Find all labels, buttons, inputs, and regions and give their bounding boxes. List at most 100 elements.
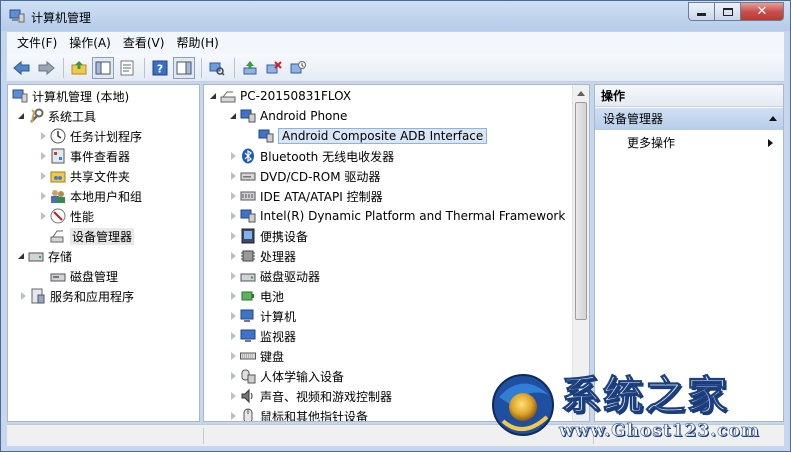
- properties-button[interactable]: [116, 57, 138, 79]
- device-category-hid[interactable]: 人体学输入设备: [228, 366, 344, 386]
- tree-item-root[interactable]: 计算机管理 (本地): [12, 86, 129, 106]
- show-action-pane-button[interactable]: [173, 56, 195, 79]
- device-category-android-phone[interactable]: Android Phone: [228, 106, 347, 126]
- device-category-intel-dptf[interactable]: Intel(R) Dynamic Platform and Thermal Fr…: [228, 206, 565, 226]
- device-category-battery[interactable]: 电池: [228, 286, 284, 306]
- up-level-button[interactable]: [68, 57, 90, 79]
- tree-item-label: 设备管理器: [70, 227, 135, 245]
- tree-item-task-scheduler[interactable]: 任务计划程序: [38, 126, 142, 146]
- scrollbar-thumb[interactable]: [575, 102, 587, 320]
- device-category-ide[interactable]: IDE ATA/ATAPI 控制器: [228, 186, 383, 206]
- hid-icon: [241, 369, 256, 384]
- tools-icon: [30, 108, 44, 123]
- device-root-label: PC-20150831FLOX: [240, 89, 352, 103]
- disable-device-button[interactable]: [287, 57, 309, 79]
- device-category-computer[interactable]: 计算机: [228, 306, 296, 326]
- expand-triangle-icon[interactable]: [228, 371, 238, 381]
- scan-hardware-button[interactable]: [206, 57, 228, 79]
- expand-triangle-icon[interactable]: [228, 271, 238, 281]
- services-icon: [31, 288, 45, 304]
- expand-triangle-icon[interactable]: [228, 411, 238, 421]
- expand-triangle-icon[interactable]: [228, 391, 238, 401]
- menu-file[interactable]: 文件(F): [11, 33, 63, 53]
- device-category-bluetooth[interactable]: Bluetooth 无线电收发器: [228, 146, 394, 166]
- device-manager-icon: [50, 230, 64, 243]
- tree-item-event-viewer[interactable]: 事件查看器: [38, 146, 130, 166]
- expand-triangle-icon[interactable]: [228, 211, 238, 221]
- tree-item-disk-management[interactable]: 磁盘管理: [50, 266, 118, 286]
- expand-triangle-icon[interactable]: [38, 211, 48, 221]
- close-button[interactable]: ✕: [740, 2, 784, 21]
- expand-triangle-icon[interactable]: [228, 191, 238, 201]
- tree-item-label: 存储: [48, 249, 73, 264]
- expand-triangle-icon[interactable]: [228, 331, 238, 341]
- device-category-disk-drives[interactable]: 磁盘驱动器: [228, 266, 320, 286]
- collapse-up-icon[interactable]: [769, 116, 777, 121]
- back-arrow-icon: [13, 60, 30, 75]
- expand-triangle-icon[interactable]: [228, 231, 238, 241]
- scroll-up-icon[interactable]: [577, 91, 585, 96]
- tree-item-shared-folders[interactable]: 共享文件夹: [38, 166, 130, 186]
- tree-item-system-tools[interactable]: 系统工具: [16, 106, 96, 126]
- ide-controller-icon: [240, 191, 256, 201]
- expand-triangle-icon[interactable]: [228, 251, 238, 261]
- watermark-logo-icon: [492, 374, 554, 436]
- device-category-dvd[interactable]: DVD/CD-ROM 驱动器: [228, 166, 380, 186]
- keyboard-icon: [240, 352, 256, 360]
- minimize-button[interactable]: [688, 2, 714, 21]
- device-category-mouse[interactable]: 鼠标和其他指针设备: [228, 406, 368, 421]
- status-divider: [203, 428, 204, 444]
- show-console-tree-button[interactable]: [92, 56, 114, 79]
- up-folder-icon: [71, 60, 87, 74]
- expand-triangle-icon[interactable]: [228, 351, 238, 361]
- more-actions-link[interactable]: 更多操作: [627, 132, 675, 154]
- tree-item-performance[interactable]: 性能: [38, 206, 94, 226]
- forward-arrow-icon: [38, 60, 55, 75]
- maximize-button[interactable]: [714, 2, 740, 21]
- expand-triangle-icon[interactable]: [38, 191, 48, 201]
- device-category-sound[interactable]: 声音、视频和游戏控制器: [228, 386, 392, 406]
- device-android-adb-interface[interactable]: Android Composite ADB Interface: [258, 126, 488, 146]
- toolbar-separator: [63, 57, 64, 78]
- device-label: Android Composite ADB Interface: [278, 128, 488, 144]
- expand-triangle-icon[interactable]: [228, 291, 238, 301]
- device-label: 电池: [260, 289, 285, 304]
- collapse-triangle-icon[interactable]: [16, 111, 26, 121]
- device-label: Android Phone: [260, 109, 348, 123]
- device-category-monitor[interactable]: 监视器: [228, 326, 296, 346]
- collapse-triangle-icon[interactable]: [16, 251, 26, 261]
- device-root[interactable]: PC-20150831FLOX: [208, 86, 351, 106]
- title-bar[interactable]: 计算机管理 ✕: [1, 1, 790, 31]
- expand-triangle-icon[interactable]: [18, 291, 28, 301]
- computer-icon: [240, 309, 254, 322]
- expand-triangle-icon[interactable]: [38, 151, 48, 161]
- tree-item-storage[interactable]: 存储: [16, 246, 72, 266]
- action-pane-icon: [176, 61, 192, 74]
- uninstall-button[interactable]: [263, 57, 285, 79]
- tree-item-device-manager[interactable]: 设备管理器: [50, 226, 135, 246]
- expand-triangle-icon[interactable]: [228, 151, 238, 161]
- menu-view[interactable]: 查看(V): [117, 33, 171, 53]
- help-button[interactable]: ?: [149, 57, 171, 79]
- device-category-keyboard[interactable]: 键盘: [228, 346, 284, 366]
- back-button[interactable]: [11, 57, 33, 79]
- bluetooth-icon: [242, 148, 254, 164]
- menu-help[interactable]: 帮助(H): [170, 33, 224, 53]
- update-driver-icon: [243, 60, 257, 74]
- menu-action[interactable]: 操作(A): [63, 33, 117, 53]
- expand-triangle-icon[interactable]: [228, 311, 238, 321]
- expand-triangle-icon[interactable]: [228, 171, 238, 181]
- update-driver-button[interactable]: [239, 57, 261, 79]
- device-category-portable[interactable]: 便携设备: [228, 226, 308, 246]
- device-category-processor[interactable]: 处理器: [228, 246, 296, 266]
- tree-item-local-users[interactable]: 本地用户和组: [38, 186, 142, 206]
- forward-button[interactable]: [35, 57, 57, 79]
- collapse-triangle-icon[interactable]: [228, 111, 238, 121]
- expand-triangle-icon[interactable]: [38, 171, 48, 181]
- actions-section-device-manager[interactable]: 设备管理器: [595, 108, 783, 130]
- expand-triangle-icon[interactable]: [38, 131, 48, 141]
- device-label: 声音、视频和游戏控制器: [260, 389, 393, 404]
- tree-item-services[interactable]: 服务和应用程序: [18, 286, 134, 306]
- collapse-triangle-icon[interactable]: [208, 91, 218, 101]
- minimize-icon: [697, 13, 706, 16]
